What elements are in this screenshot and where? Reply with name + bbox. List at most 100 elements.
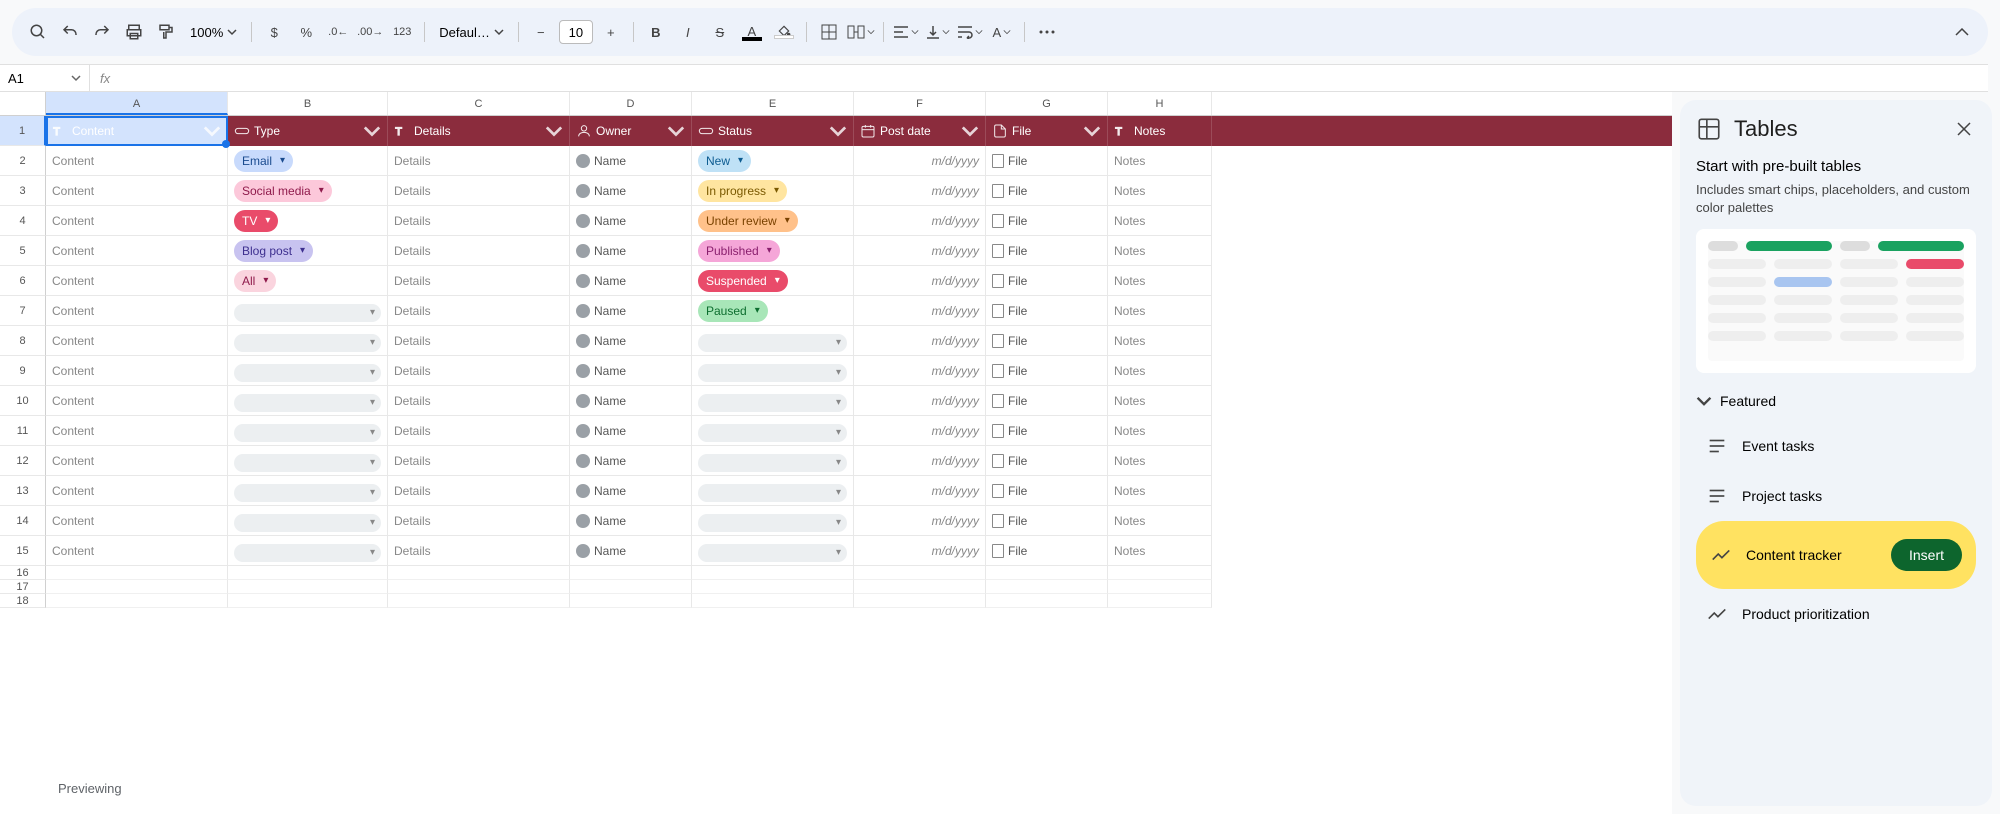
cell-status[interactable]: Under review▾ [692, 206, 854, 236]
cell-content[interactable]: Content [46, 296, 228, 326]
merge-cells-icon[interactable] [847, 18, 875, 46]
text-wrap-icon[interactable] [956, 18, 984, 46]
cell-details[interactable]: Details [388, 416, 570, 446]
cell-owner[interactable]: Name [570, 536, 692, 566]
type-chip-empty[interactable]: ▾ [234, 514, 381, 532]
cell-date[interactable]: m/d/yyyy [854, 236, 986, 266]
row-header-15[interactable]: 15 [0, 536, 46, 566]
file-chip[interactable]: File [992, 206, 1027, 236]
file-chip[interactable]: File [992, 326, 1027, 356]
font-select[interactable]: Defaul… [433, 25, 510, 40]
cell-details[interactable]: Details [388, 176, 570, 206]
cell-type[interactable]: Blog post▾ [228, 236, 388, 266]
cell-details[interactable]: Details [388, 326, 570, 356]
search-menus-icon[interactable] [24, 18, 52, 46]
col-header-F[interactable]: F [854, 92, 986, 115]
th-details[interactable]: TDetails [388, 116, 570, 146]
cell-file[interactable]: File [986, 446, 1108, 476]
close-panel-icon[interactable] [1952, 117, 1976, 141]
fill-color-icon[interactable] [770, 18, 798, 46]
more-formats-button[interactable]: 123 [388, 18, 416, 46]
template-product-prioritization[interactable]: Product prioritization [1696, 589, 1976, 639]
cell-owner[interactable]: Name [570, 416, 692, 446]
row-header-14[interactable]: 14 [0, 506, 46, 536]
cell-date[interactable]: m/d/yyyy [854, 476, 986, 506]
cell-date[interactable]: m/d/yyyy [854, 446, 986, 476]
col-header-D[interactable]: D [570, 92, 692, 115]
cell-notes[interactable]: Notes [1108, 176, 1212, 206]
bold-icon[interactable]: B [642, 18, 670, 46]
undo-icon[interactable] [56, 18, 84, 46]
th-status[interactable]: Status [692, 116, 854, 146]
status-chip-empty[interactable]: ▾ [698, 484, 847, 502]
cell-owner[interactable]: Name [570, 146, 692, 176]
cell-owner[interactable]: Name [570, 236, 692, 266]
cell-file[interactable]: File [986, 146, 1108, 176]
type-chip[interactable]: Social media▾ [234, 180, 332, 202]
cell-date[interactable]: m/d/yyyy [854, 536, 986, 566]
template-project-tasks[interactable]: Project tasks [1696, 471, 1976, 521]
th-notes[interactable]: TNotes [1108, 116, 1212, 146]
cell-date[interactable]: m/d/yyyy [854, 416, 986, 446]
col-header-C[interactable]: C [388, 92, 570, 115]
cell-file[interactable]: File [986, 176, 1108, 206]
cell-notes[interactable]: Notes [1108, 266, 1212, 296]
text-color-icon[interactable]: A [738, 18, 766, 46]
cell-date[interactable]: m/d/yyyy [854, 326, 986, 356]
col-header-B[interactable]: B [228, 92, 388, 115]
cell-type[interactable]: ▾ [228, 506, 388, 536]
cell-details[interactable]: Details [388, 356, 570, 386]
type-chip[interactable]: Email▾ [234, 150, 293, 172]
cell-notes[interactable]: Notes [1108, 536, 1212, 566]
cell-date[interactable]: m/d/yyyy [854, 356, 986, 386]
cell-content[interactable]: Content [46, 356, 228, 386]
strikethrough-icon[interactable]: S [706, 18, 734, 46]
cell-file[interactable]: File [986, 266, 1108, 296]
status-chip[interactable]: Suspended▾ [698, 270, 788, 292]
cell-date[interactable]: m/d/yyyy [854, 146, 986, 176]
cell-notes[interactable]: Notes [1108, 206, 1212, 236]
type-chip[interactable]: TV▾ [234, 210, 278, 232]
col-header-A[interactable]: A [46, 92, 228, 115]
cell-file[interactable]: File [986, 416, 1108, 446]
cell-file[interactable]: File [986, 296, 1108, 326]
cell-status[interactable]: In progress▾ [692, 176, 854, 206]
redo-icon[interactable] [88, 18, 116, 46]
owner-chip[interactable]: Name [576, 536, 626, 566]
cell-details[interactable]: Details [388, 296, 570, 326]
type-chip[interactable]: All▾ [234, 270, 276, 292]
row-header-2[interactable]: 2 [0, 146, 46, 176]
owner-chip[interactable]: Name [576, 266, 626, 296]
featured-section-header[interactable]: Featured [1696, 393, 1976, 409]
file-chip[interactable]: File [992, 386, 1027, 416]
cell-date[interactable]: m/d/yyyy [854, 506, 986, 536]
percent-icon[interactable]: % [292, 18, 320, 46]
cell-notes[interactable]: Notes [1108, 446, 1212, 476]
cell-owner[interactable]: Name [570, 176, 692, 206]
cell-status[interactable]: Paused▾ [692, 296, 854, 326]
file-chip[interactable]: File [992, 266, 1027, 296]
row-header-18[interactable]: 18 [0, 594, 46, 608]
cell-file[interactable]: File [986, 236, 1108, 266]
status-chip-empty[interactable]: ▾ [698, 364, 847, 382]
cell-content[interactable]: Content [46, 506, 228, 536]
row-header-16[interactable]: 16 [0, 566, 46, 580]
cell-owner[interactable]: Name [570, 206, 692, 236]
type-chip-empty[interactable]: ▾ [234, 394, 381, 412]
file-chip[interactable]: File [992, 416, 1027, 446]
file-chip[interactable]: File [992, 476, 1027, 506]
row-header-13[interactable]: 13 [0, 476, 46, 506]
type-chip[interactable]: Blog post▾ [234, 240, 313, 262]
cell-status[interactable]: ▾ [692, 356, 854, 386]
th-file[interactable]: File [986, 116, 1108, 146]
cell-type[interactable]: ▾ [228, 296, 388, 326]
th-content[interactable]: TContent [46, 116, 228, 146]
cell-content[interactable]: Content [46, 446, 228, 476]
cell-status[interactable]: ▾ [692, 416, 854, 446]
cell-type[interactable]: ▾ [228, 356, 388, 386]
th-postdate[interactable]: Post date [854, 116, 986, 146]
cell-type[interactable]: Email▾ [228, 146, 388, 176]
cell-date[interactable]: m/d/yyyy [854, 296, 986, 326]
cell-notes[interactable]: Notes [1108, 506, 1212, 536]
currency-icon[interactable]: $ [260, 18, 288, 46]
